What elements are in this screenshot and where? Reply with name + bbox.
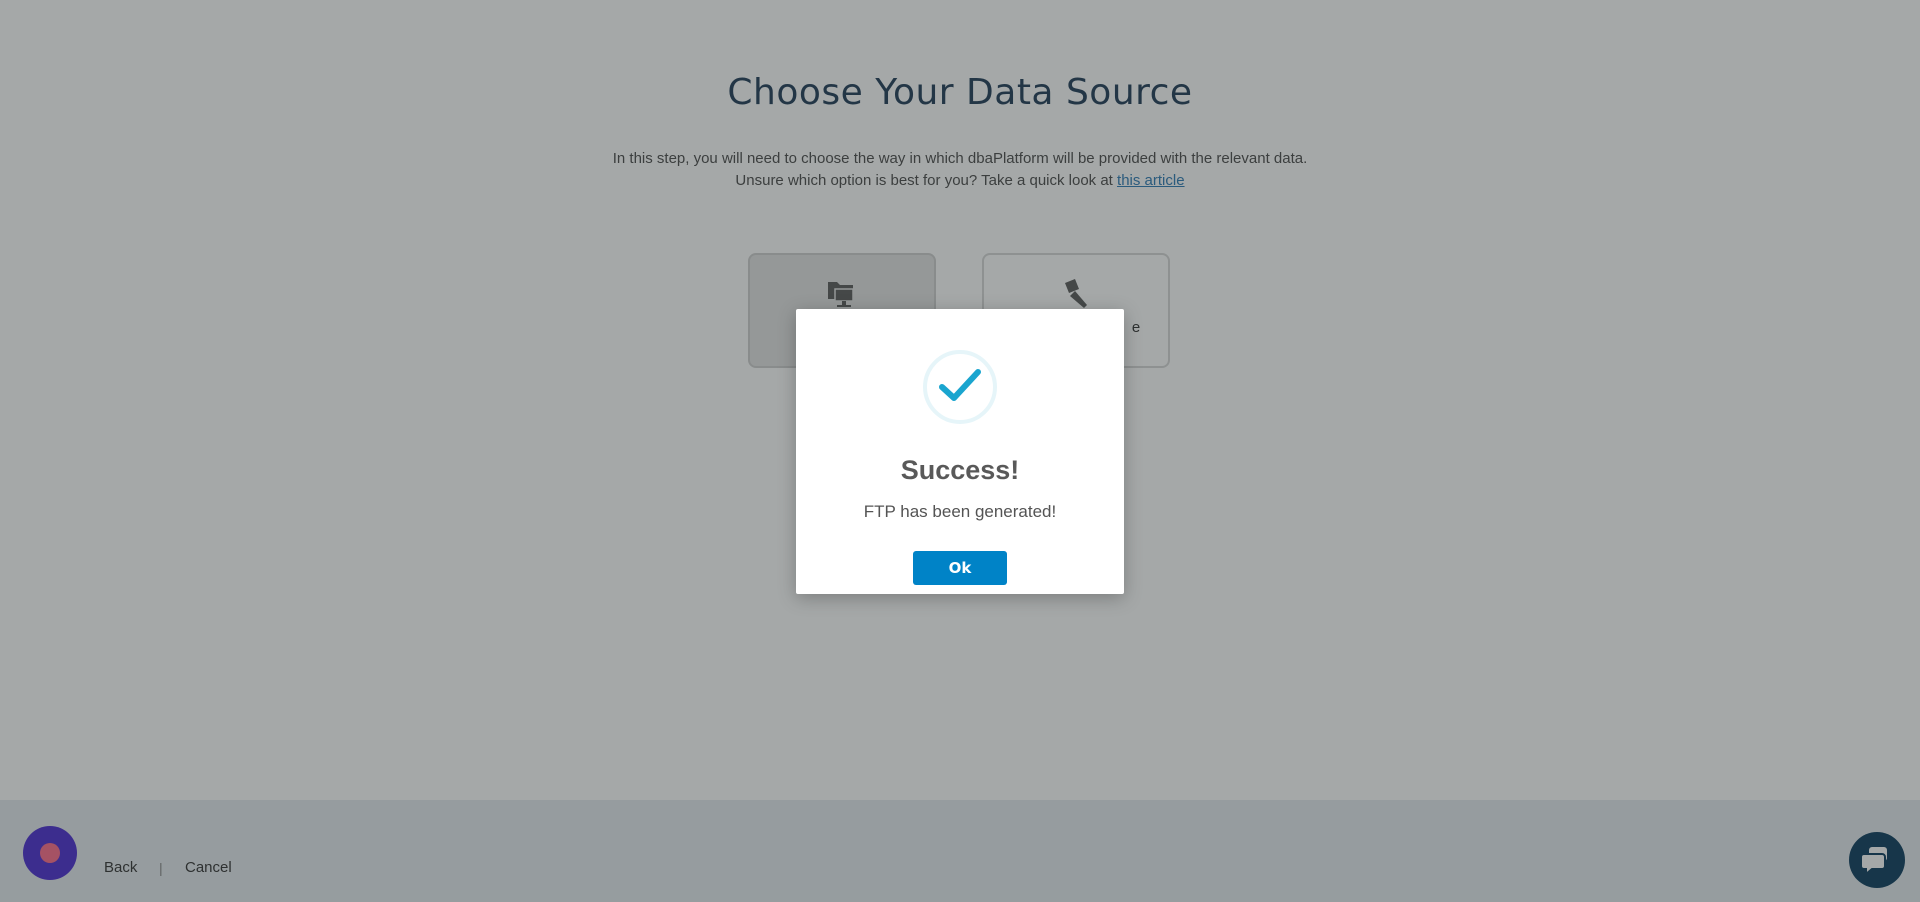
dialog-message: FTP has been generated! — [863, 502, 1057, 521]
success-dialog: Success! FTP has been generated! Ok — [796, 309, 1124, 594]
dialog-title: Success! — [900, 455, 1020, 485]
ok-button[interactable]: Ok — [913, 551, 1007, 585]
success-icon-ring — [923, 350, 997, 424]
